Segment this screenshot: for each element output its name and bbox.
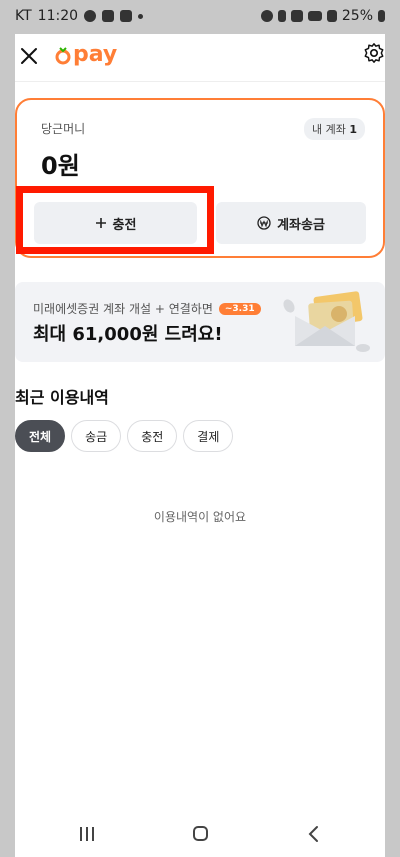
battery-icon [378,10,385,22]
filter-chip-transfer[interactable]: 송금 [71,420,122,452]
signal-icon [326,10,337,22]
chat-icon [84,10,97,22]
top-bar: pay [15,34,385,82]
carrot-icon [55,46,71,64]
image-icon [120,10,133,22]
home-icon[interactable] [193,826,208,841]
logo-text: pay [73,42,118,67]
lte-icon [307,11,322,21]
empty-history-message: 이용내역이 없어요 [153,510,247,524]
transfer-button-label: 계좌송금 [277,217,325,233]
close-icon[interactable] [17,44,41,68]
account-badge-label: 내 계좌 [311,123,346,136]
wallet-label: 당근머니 [41,122,86,136]
envelope-money-icon [283,291,370,352]
won-icon [257,216,271,230]
battery-label: 25% [341,8,373,24]
filter-chip-charge[interactable]: 충전 [127,420,178,452]
my-account-badge[interactable]: 내 계좌 1 [303,118,365,140]
talk-icon [102,10,115,22]
bluetooth-icon [277,10,286,22]
back-icon[interactable] [305,824,323,844]
more-notifications-icon [138,13,144,19]
alarm-icon [260,10,273,22]
carrier-label: KT [15,8,32,24]
status-bar: KT 11:20 25% [0,0,400,34]
filter-chip-all[interactable]: 전체 [15,420,66,452]
pay-logo: pay [55,42,117,67]
history-title: 최근 이용내역 [15,388,109,407]
system-nav-bar [15,818,385,852]
highlight-box [16,186,214,254]
wifi-icon [290,10,303,22]
recent-apps-icon[interactable] [80,827,96,841]
filter-chip-payment[interactable]: 결제 [183,420,234,452]
status-bar-right: 25% [260,8,385,24]
banner-subtitle-row: 미래에셋증권 계좌 개설 + 연결하면 ~3.31 [33,300,261,317]
promo-banner[interactable]: 미래에셋증권 계좌 개설 + 연결하면 ~3.31 최대 61,000원 드려요… [15,282,385,362]
gear-icon[interactable] [363,42,385,64]
history-filter-chips: 전체 송금 충전 결제 [15,420,234,452]
status-bar-left: KT 11:20 [15,8,144,24]
balance-amount: 0원 [41,152,80,180]
banner-subtitle: 미래에셋증권 계좌 개설 + 연결하면 [33,302,213,316]
account-count: 1 [349,123,357,136]
banner-title: 최대 61,000원 드려요! [33,324,223,345]
dday-badge: ~3.31 [218,302,261,315]
transfer-button[interactable]: 계좌송금 [216,202,366,244]
clock: 11:20 [37,8,79,24]
